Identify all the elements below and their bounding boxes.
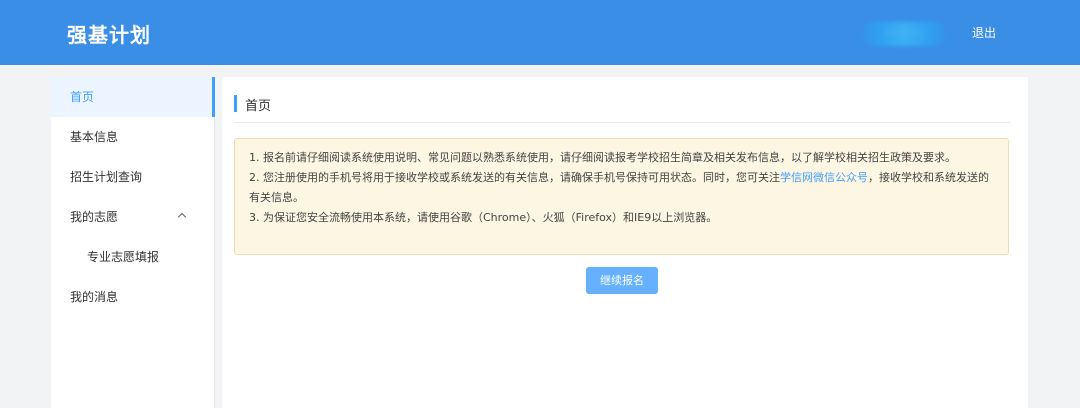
sidebar-item-major-application[interactable]: 专业志愿填报 [51, 237, 214, 277]
logout-link[interactable]: 退出 [972, 24, 996, 41]
app-title: 强基计划 [67, 23, 151, 47]
sidebar-item-label: 我的志愿 [70, 210, 119, 224]
notice-line-1: 1. 报名前请仔细阅读系统使用说明、常见问题以熟悉系统使用，请仔细阅读报考学校招… [249, 151, 956, 164]
notice-line-2-text: 2. 您注册使用的手机号将用于接收学校或系统发送的有关信息，请确保手机号保持可用… [249, 171, 780, 184]
sidebar: 首页 基本信息 招生计划查询 我的志愿 专业志愿填报 我的消息 [51, 77, 215, 408]
sidebar-item-label: 基本信息 [70, 130, 119, 144]
sidebar-item-label: 首页 [70, 90, 95, 104]
user-name-blurred[interactable]: ······· [860, 22, 948, 46]
notice-line-3: 3. 为保证您安全流畅使用本系统，请使用谷歌（Chrome）、火狐（Firefo… [249, 211, 718, 224]
notice-box: 1. 报名前请仔细阅读系统使用说明、常见问题以熟悉系统使用，请仔细阅读报考学校招… [234, 138, 1009, 255]
continue-registration-button[interactable]: 继续报名 [586, 267, 658, 294]
sidebar-item-enrollment-plan[interactable]: 招生计划查询 [51, 157, 214, 197]
wechat-account-link[interactable]: 学信网微信公众号 [780, 171, 868, 184]
sidebar-item-my-applications[interactable]: 我的志愿 [51, 197, 214, 237]
main-content: 首页 1. 报名前请仔细阅读系统使用说明、常见问题以熟悉系统使用，请仔细阅读报考… [222, 77, 1028, 408]
page-header: 首页 [234, 93, 1010, 123]
user-name-text: ······· [884, 26, 924, 39]
chevron-up-icon [177, 212, 187, 222]
sidebar-item-label: 招生计划查询 [70, 170, 143, 184]
sidebar-item-basic-info[interactable]: 基本信息 [51, 117, 214, 157]
notice-line-2: 2. 您注册使用的手机号将用于接收学校或系统发送的有关信息，请确保手机号保持可用… [249, 168, 994, 208]
title-accent-bar [234, 95, 237, 112]
sidebar-item-label: 专业志愿填报 [87, 250, 160, 264]
sidebar-item-home[interactable]: 首页 [51, 77, 215, 117]
sidebar-item-label: 我的消息 [70, 290, 119, 304]
page-title: 首页 [245, 99, 272, 114]
sidebar-item-my-messages[interactable]: 我的消息 [51, 277, 214, 317]
top-header: 强基计划 ······· 退出 [0, 0, 1080, 65]
